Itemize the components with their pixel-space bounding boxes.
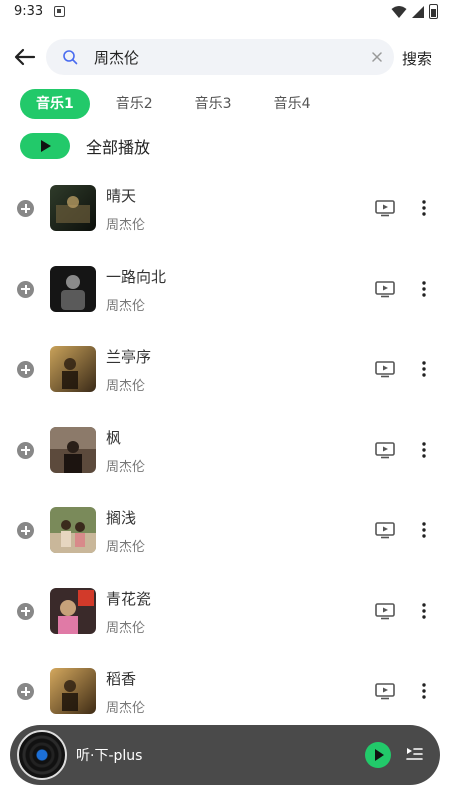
play-all-row: 全部播放 [20,133,150,159]
search-button[interactable]: 搜索 [402,48,432,69]
song-artist: 周杰伦 [106,218,146,233]
search-row: 搜索 [0,38,450,76]
song-artist: 周杰伦 [106,540,146,555]
signal-icon [412,5,424,18]
playlist-queue-icon[interactable] [404,744,424,764]
more-options-icon[interactable] [418,199,430,217]
album-cover [50,346,96,392]
battery-icon [429,4,438,19]
search-box [46,39,394,75]
more-options-icon[interactable] [418,602,430,620]
album-cover [50,426,96,473]
category-tabs: 音乐1 音乐2 音乐3 音乐4 [20,89,327,119]
song-title: 稻香 [106,670,137,688]
album-cover [50,185,96,231]
song-title: 兰亭序 [106,348,152,366]
notification-icon [54,6,65,17]
song-list: 晴天 周杰伦 一路向北 周杰伦 兰亭序 周杰伦 枫 周杰伦 搁浅 周杰伦 青花瓷… [0,168,450,732]
add-circle-icon[interactable] [17,200,34,217]
clear-icon[interactable] [370,50,384,64]
status-time: 9:33 [14,4,44,19]
add-circle-icon[interactable] [17,361,34,378]
song-artist: 周杰伦 [106,620,146,636]
more-options-icon[interactable] [418,682,430,700]
song-artist: 周杰伦 [106,459,146,475]
status-icons [391,4,438,19]
tab-music-3[interactable]: 音乐3 [179,89,248,119]
song-title: 一路向北 [106,267,167,286]
song-row[interactable]: 兰亭序 周杰伦 [0,329,450,410]
more-options-icon[interactable] [418,280,430,298]
tab-music-2[interactable]: 音乐2 [100,89,169,119]
add-circle-icon[interactable] [17,683,34,700]
play-all-label[interactable]: 全部播放 [86,134,150,158]
mv-icon[interactable] [375,441,395,459]
song-artist: 周杰伦 [106,298,146,314]
status-bar: 9:33 [0,0,450,26]
search-input[interactable] [94,39,354,75]
mv-icon[interactable] [375,602,395,620]
more-options-icon[interactable] [418,360,430,378]
add-circle-icon[interactable] [17,280,34,298]
song-title: 搁浅 [106,509,137,527]
mv-icon[interactable] [375,280,395,298]
song-title: 晴天 [106,187,137,205]
album-cover [50,507,96,553]
play-icon [41,140,51,152]
song-artist: 周杰伦 [106,379,146,394]
wifi-icon [391,5,407,18]
album-cover [50,265,96,312]
search-icon [63,50,78,65]
album-cover [50,668,96,714]
song-row[interactable]: 搁浅 周杰伦 [0,490,450,571]
song-artist: 周杰伦 [106,701,146,716]
tab-music-4[interactable]: 音乐4 [258,89,327,119]
add-circle-icon[interactable] [17,441,34,459]
back-arrow-icon[interactable] [12,44,38,70]
mini-player[interactable]: 听·下-plus [10,725,440,785]
add-circle-icon[interactable] [17,602,34,620]
mv-icon[interactable] [375,521,395,539]
song-row[interactable]: 稻香 周杰伦 [0,651,450,732]
add-circle-icon[interactable] [17,522,34,539]
song-row[interactable]: 枫 周杰伦 [0,410,450,491]
play-all-button[interactable] [20,133,70,159]
tab-music-1[interactable]: 音乐1 [20,89,90,119]
song-title: 青花瓷 [106,589,152,608]
mv-icon[interactable] [375,682,395,700]
mv-icon[interactable] [375,360,395,378]
song-row[interactable]: 青花瓷 周杰伦 [0,571,450,652]
album-cover [50,587,96,634]
play-button[interactable] [365,742,391,768]
now-playing-title: 听·下-plus [76,748,143,764]
song-title: 枫 [106,428,122,447]
song-row[interactable]: 晴天 周杰伦 [0,168,450,249]
vinyl-record-icon [17,730,67,780]
mv-icon[interactable] [375,199,395,217]
more-options-icon[interactable] [418,441,430,459]
song-row[interactable]: 一路向北 周杰伦 [0,249,450,330]
more-options-icon[interactable] [418,521,430,539]
